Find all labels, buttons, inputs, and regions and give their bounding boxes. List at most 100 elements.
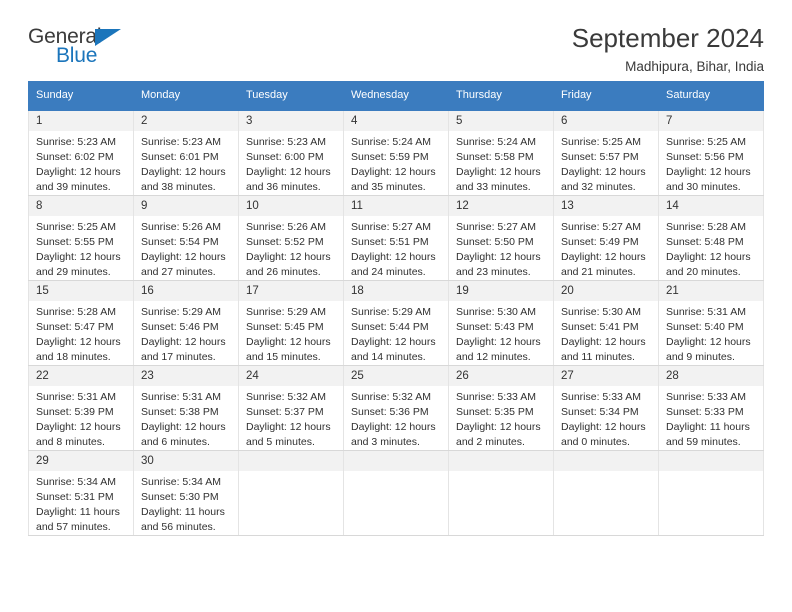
day-details: Sunrise: 5:24 AM Sunset: 5:59 PM Dayligh… <box>344 131 448 195</box>
day-cell[interactable]: 25 Sunrise: 5:32 AM Sunset: 5:36 PM Dayl… <box>343 365 449 451</box>
daylight-text-line1: Daylight: 12 hours <box>666 336 751 349</box>
day-cell[interactable]: 24 Sunrise: 5:32 AM Sunset: 5:37 PM Dayl… <box>238 365 344 451</box>
sunset-text: Sunset: 5:33 PM <box>666 406 744 419</box>
sunset-text: Sunset: 5:36 PM <box>351 406 429 419</box>
sunset-text: Sunset: 5:59 PM <box>351 151 429 164</box>
day-cell[interactable]: 12 Sunrise: 5:27 AM Sunset: 5:50 PM Dayl… <box>448 195 554 281</box>
day-details: Sunrise: 5:23 AM Sunset: 6:01 PM Dayligh… <box>134 131 238 195</box>
daylight-text-line1: Daylight: 12 hours <box>246 336 331 349</box>
daylight-text-line2: and 32 minutes. <box>561 181 636 194</box>
day-number: 14 <box>659 196 763 217</box>
day-number: 7 <box>659 111 763 132</box>
daylight-text-line2: and 30 minutes. <box>666 181 741 194</box>
day-cell[interactable]: 13 Sunrise: 5:27 AM Sunset: 5:49 PM Dayl… <box>553 195 659 281</box>
day-number <box>554 451 658 471</box>
day-cell-empty <box>448 450 554 536</box>
daylight-text-line1: Daylight: 12 hours <box>561 336 646 349</box>
daylight-text-line1: Daylight: 12 hours <box>351 336 436 349</box>
day-cell[interactable]: 22 Sunrise: 5:31 AM Sunset: 5:39 PM Dayl… <box>28 365 134 451</box>
day-number: 11 <box>344 196 448 217</box>
day-cell[interactable]: 23 Sunrise: 5:31 AM Sunset: 5:38 PM Dayl… <box>133 365 239 451</box>
sunrise-text: Sunrise: 5:26 AM <box>246 221 326 234</box>
daylight-text-line1: Daylight: 12 hours <box>36 166 121 179</box>
day-cell[interactable]: 15 Sunrise: 5:28 AM Sunset: 5:47 PM Dayl… <box>28 280 134 366</box>
weekday-header-saturday: Saturday <box>658 81 764 111</box>
day-cell[interactable]: 27 Sunrise: 5:33 AM Sunset: 5:34 PM Dayl… <box>553 365 659 451</box>
week-row: 22 Sunrise: 5:31 AM Sunset: 5:39 PM Dayl… <box>28 365 764 451</box>
sunset-text: Sunset: 5:58 PM <box>456 151 534 164</box>
day-cell[interactable]: 2 Sunrise: 5:23 AM Sunset: 6:01 PM Dayli… <box>133 110 239 196</box>
sunset-text: Sunset: 5:47 PM <box>36 321 114 334</box>
day-cell[interactable]: 1 Sunrise: 5:23 AM Sunset: 6:02 PM Dayli… <box>28 110 134 196</box>
day-cell[interactable]: 21 Sunrise: 5:31 AM Sunset: 5:40 PM Dayl… <box>658 280 764 366</box>
day-details: Sunrise: 5:24 AM Sunset: 5:58 PM Dayligh… <box>449 131 553 195</box>
day-cell[interactable]: 16 Sunrise: 5:29 AM Sunset: 5:46 PM Dayl… <box>133 280 239 366</box>
day-details: Sunrise: 5:25 AM Sunset: 5:55 PM Dayligh… <box>29 216 133 280</box>
day-cell[interactable]: 8 Sunrise: 5:25 AM Sunset: 5:55 PM Dayli… <box>28 195 134 281</box>
daylight-text-line2: and 27 minutes. <box>141 266 216 279</box>
day-cell[interactable]: 14 Sunrise: 5:28 AM Sunset: 5:48 PM Dayl… <box>658 195 764 281</box>
day-cell[interactable]: 7 Sunrise: 5:25 AM Sunset: 5:56 PM Dayli… <box>658 110 764 196</box>
day-details: Sunrise: 5:32 AM Sunset: 5:37 PM Dayligh… <box>239 386 343 450</box>
day-details: Sunrise: 5:29 AM Sunset: 5:45 PM Dayligh… <box>239 301 343 365</box>
day-details: Sunrise: 5:31 AM Sunset: 5:39 PM Dayligh… <box>29 386 133 450</box>
weekday-header-monday: Monday <box>133 81 239 111</box>
day-number: 17 <box>239 281 343 302</box>
brand-logo[interactable]: General Blue <box>28 24 136 70</box>
sunrise-text: Sunrise: 5:23 AM <box>36 136 116 149</box>
sunset-text: Sunset: 5:49 PM <box>561 236 639 249</box>
day-cell[interactable]: 6 Sunrise: 5:25 AM Sunset: 5:57 PM Dayli… <box>553 110 659 196</box>
sunrise-text: Sunrise: 5:31 AM <box>141 391 221 404</box>
day-cell[interactable]: 20 Sunrise: 5:30 AM Sunset: 5:41 PM Dayl… <box>553 280 659 366</box>
daylight-text-line1: Daylight: 12 hours <box>36 421 121 434</box>
sunset-text: Sunset: 5:43 PM <box>456 321 534 334</box>
sunrise-text: Sunrise: 5:27 AM <box>561 221 641 234</box>
day-cell[interactable]: 18 Sunrise: 5:29 AM Sunset: 5:44 PM Dayl… <box>343 280 449 366</box>
day-number: 15 <box>29 281 133 302</box>
daylight-text-line1: Daylight: 12 hours <box>561 251 646 264</box>
sunrise-text: Sunrise: 5:31 AM <box>36 391 116 404</box>
daylight-text-line1: Daylight: 12 hours <box>351 421 436 434</box>
day-number: 18 <box>344 281 448 302</box>
weekday-header-thursday: Thursday <box>448 81 554 111</box>
daylight-text-line1: Daylight: 11 hours <box>36 506 120 519</box>
sunrise-text: Sunrise: 5:24 AM <box>351 136 431 149</box>
day-number: 25 <box>344 366 448 387</box>
sunrise-text: Sunrise: 5:29 AM <box>141 306 221 319</box>
day-cell[interactable]: 9 Sunrise: 5:26 AM Sunset: 5:54 PM Dayli… <box>133 195 239 281</box>
day-details: Sunrise: 5:31 AM Sunset: 5:40 PM Dayligh… <box>659 301 763 365</box>
sunrise-text: Sunrise: 5:29 AM <box>246 306 326 319</box>
day-cell[interactable]: 19 Sunrise: 5:30 AM Sunset: 5:43 PM Dayl… <box>448 280 554 366</box>
sunset-text: Sunset: 6:01 PM <box>141 151 219 164</box>
day-number: 24 <box>239 366 343 387</box>
day-cell[interactable]: 10 Sunrise: 5:26 AM Sunset: 5:52 PM Dayl… <box>238 195 344 281</box>
day-cell[interactable]: 17 Sunrise: 5:29 AM Sunset: 5:45 PM Dayl… <box>238 280 344 366</box>
daylight-text-line2: and 11 minutes. <box>561 351 635 364</box>
sunrise-text: Sunrise: 5:32 AM <box>246 391 326 404</box>
sunrise-text: Sunrise: 5:23 AM <box>141 136 221 149</box>
sunset-text: Sunset: 6:00 PM <box>246 151 324 164</box>
day-cell[interactable]: 30 Sunrise: 5:34 AM Sunset: 5:30 PM Dayl… <box>133 450 239 536</box>
day-cell[interactable]: 3 Sunrise: 5:23 AM Sunset: 6:00 PM Dayli… <box>238 110 344 196</box>
day-details: Sunrise: 5:33 AM Sunset: 5:34 PM Dayligh… <box>554 386 658 450</box>
day-number: 16 <box>134 281 238 302</box>
day-cell[interactable]: 28 Sunrise: 5:33 AM Sunset: 5:33 PM Dayl… <box>658 365 764 451</box>
daylight-text-line1: Daylight: 12 hours <box>141 421 226 434</box>
daylight-text-line2: and 0 minutes. <box>561 436 630 449</box>
day-cell[interactable]: 5 Sunrise: 5:24 AM Sunset: 5:58 PM Dayli… <box>448 110 554 196</box>
daylight-text-line2: and 33 minutes. <box>456 181 531 194</box>
daylight-text-line1: Daylight: 12 hours <box>36 336 121 349</box>
daylight-text-line1: Daylight: 12 hours <box>351 166 436 179</box>
weekday-header-sunday: Sunday <box>28 81 134 111</box>
day-number: 9 <box>134 196 238 217</box>
page-subtitle: Madhipura, Bihar, India <box>625 59 764 75</box>
day-number: 3 <box>239 111 343 132</box>
sunset-text: Sunset: 5:50 PM <box>456 236 534 249</box>
day-cell-empty <box>658 450 764 536</box>
day-cell[interactable]: 29 Sunrise: 5:34 AM Sunset: 5:31 PM Dayl… <box>28 450 134 536</box>
day-cell[interactable]: 26 Sunrise: 5:33 AM Sunset: 5:35 PM Dayl… <box>448 365 554 451</box>
daylight-text-line2: and 17 minutes. <box>141 351 216 364</box>
daylight-text-line2: and 9 minutes. <box>666 351 735 364</box>
day-cell[interactable]: 4 Sunrise: 5:24 AM Sunset: 5:59 PM Dayli… <box>343 110 449 196</box>
day-cell[interactable]: 11 Sunrise: 5:27 AM Sunset: 5:51 PM Dayl… <box>343 195 449 281</box>
